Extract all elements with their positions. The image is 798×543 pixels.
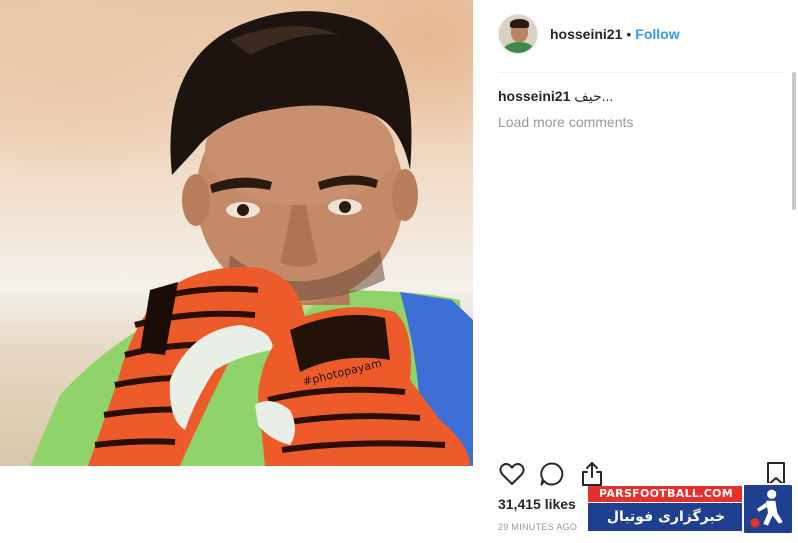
goalkeeper-photo-illustration [30,11,473,466]
comment-item: hosseini21 حیف... [498,88,613,105]
heart-icon[interactable] [498,460,526,488]
post-side-panel: hosseini21 • Follow hosseini21 حیف... Lo… [474,0,798,543]
comment-username[interactable]: hosseini21 [498,88,570,104]
post-username[interactable]: hosseini21 [550,26,622,42]
load-more-comments-button[interactable]: Load more comments [498,114,633,130]
comments-scrollbar[interactable] [792,72,796,444]
scrollbar-thumb[interactable] [792,72,796,210]
separator-dot: • [626,26,632,42]
parsfootball-watermark-badge: PARSFOOTBALL.COM خبرگزاری فوتبال ایران [588,483,794,543]
post-photo[interactable]: #photopayam [0,0,473,466]
post-header: hosseini21 • Follow [498,14,680,54]
post-timestamp[interactable]: 29 MINUTES AGO [498,522,577,532]
comment-text: حیف... [574,88,614,104]
likes-count[interactable]: 31,415 likes [498,496,576,512]
comment-icon[interactable] [538,460,566,488]
badge-tagline: خبرگزاری فوتبال ایران [588,503,744,543]
avatar[interactable] [498,14,538,54]
badge-site-name: PARSFOOTBALL.COM [588,486,744,502]
follow-button[interactable]: Follow [635,26,679,42]
header-divider [498,72,784,73]
parsfootball-logo-icon [742,483,794,535]
